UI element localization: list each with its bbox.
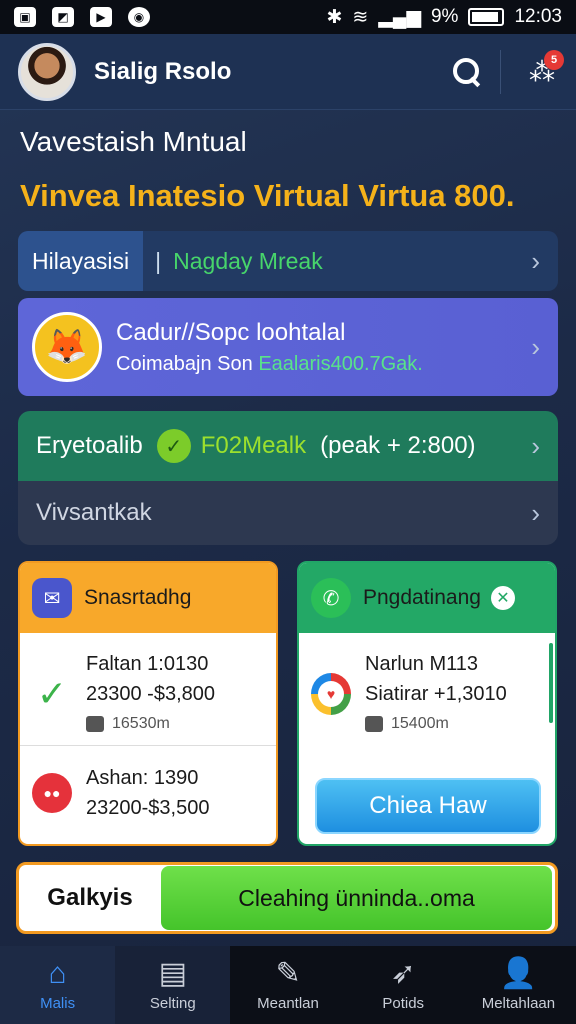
list-item-sub: 16530m: [86, 709, 215, 739]
close-icon[interactable]: ✕: [490, 586, 515, 610]
phone-icon: ✆: [311, 578, 351, 618]
scrollbar[interactable]: [549, 643, 553, 723]
status-row-detail: (peak + 2:800): [320, 432, 476, 459]
action-label: Galkyis: [47, 884, 133, 911]
character-avatar: 🦊: [32, 312, 102, 382]
nav-item-settings[interactable]: ▤ Selting: [115, 946, 231, 1024]
primary-action-button[interactable]: Cleahing ünninda..oma: [161, 866, 552, 930]
list-item-line1: Ashan: 1390: [86, 767, 199, 789]
chat-icon: ✉: [32, 578, 72, 618]
featured-sub-prefix: Coimabajn Son: [116, 352, 253, 375]
featured-title: Cadur//Sopc loohtalal: [116, 318, 346, 346]
list-item[interactable]: ♥ Narlun M113 Siatirar +1,3010 15400m: [311, 649, 507, 739]
notification-icon[interactable]: ⁂ 5: [526, 49, 564, 88]
list-item[interactable]: ✓ Faltan 1:0130 23300 -$3,800 16530m: [32, 649, 215, 739]
status-icons-right: ✱ ≋ ▂▄▆ 9% 12:03: [326, 6, 562, 29]
nav-label: Meantlan: [257, 994, 319, 1012]
header-actions: ⁂ 5: [452, 49, 564, 88]
featured-sub-highlight: Eaalaris400.7Gak.: [258, 352, 423, 375]
card-right[interactable]: ✆ Pngdatinang ✕ ♥ Narlun M113 Siatirar +…: [297, 561, 557, 846]
battery-icon: [468, 8, 505, 26]
list-item-sub: 15400m: [365, 709, 507, 739]
list-item-lines: Faltan 1:0130 23300 -$3,800 16530m: [86, 649, 215, 739]
document-icon: ▤: [158, 956, 187, 990]
list-item-line2: 23300 -$3,800: [86, 683, 216, 705]
row-separator: |: [155, 247, 162, 274]
battery-percent: 9%: [430, 6, 459, 27]
row-highlight[interactable]: Hilayasisi | Nagday Mreak ›: [18, 231, 558, 291]
nav-label: Selting: [149, 994, 196, 1012]
wifi-icon: ≋: [352, 6, 369, 28]
card-left[interactable]: ✉ Snasrtadhg ✓ Faltan 1:0130 23300 -$3,8…: [18, 561, 278, 846]
nfc-icon: ✱: [326, 6, 343, 28]
list-item-line2: 23200-$3,500: [86, 797, 210, 819]
status-row[interactable]: Eryetoalib ✓ F02Mealk (peak + 2:800) ›: [18, 411, 558, 481]
featured-texts: Cadur//Sopc loohtalal Coimabajn Son Eaal…: [116, 319, 423, 376]
nav-label: Meltahlaan: [481, 994, 556, 1012]
alert-icon: ●●: [32, 763, 72, 823]
chevron-right-icon: ›: [531, 331, 540, 362]
create-button[interactable]: Chiea Haw: [315, 778, 541, 834]
notification-badge: 5: [544, 49, 564, 70]
rocket-icon: ➶: [390, 956, 416, 990]
nav-label: Malis: [40, 994, 76, 1012]
chevron-right-icon: ›: [531, 245, 540, 276]
chevron-right-icon: ›: [531, 430, 540, 461]
avatar[interactable]: [18, 42, 76, 101]
secondary-row[interactable]: Vivsantkak ›: [18, 481, 558, 545]
list-item-lines: Narlun M113 Siatirar +1,3010 15400m: [365, 649, 507, 739]
list-item-lines: Ashan: 1390 23200-$3,500: [86, 763, 209, 823]
featured-subtitle: Coimabajn Son Eaalaris400.7Gak.: [116, 353, 423, 376]
card-left-header: ✉ Snasrtadhg: [20, 563, 276, 633]
search-icon[interactable]: [452, 57, 482, 87]
check-icon: ✓: [156, 429, 191, 463]
image-icon: ▣: [14, 7, 36, 27]
box-icon: [86, 716, 104, 732]
secondary-row-label: Vivsantkak: [36, 499, 152, 526]
action-bar: Galkyis Cleahing ünninda..oma: [16, 862, 558, 934]
row-pill: Hilayasisi: [18, 231, 144, 291]
header-divider: [500, 50, 501, 94]
nav-item-edit[interactable]: ✎ Meantlan: [230, 946, 345, 1024]
home-icon: ⌂: [48, 956, 67, 990]
location-icon: ◉: [128, 7, 150, 27]
nav-item-home[interactable]: ⌂ Malis: [0, 946, 116, 1024]
card-right-title: Pngdatinang: [363, 586, 481, 609]
chevron-right-icon: ›: [531, 497, 540, 528]
list-item[interactable]: ●● Ashan: 1390 23200-$3,500: [32, 763, 209, 823]
page-title: Vavestaish Mntual: [20, 126, 247, 157]
video-icon: ▶: [90, 7, 112, 27]
card-divider: [20, 745, 276, 746]
username: Sialig Rsolo: [94, 57, 232, 85]
page-subtitle: Vinvea Inatesio Virtual Virtua 800.: [20, 178, 515, 213]
status-icons-left: ▣ ◩ ▶ ◉: [14, 7, 150, 27]
edit-icon: ✎: [275, 956, 301, 990]
card-left-title: Snasrtadhg: [84, 586, 192, 609]
list-item-line1: Narlun M113: [365, 653, 479, 675]
signal-icon: ▂▄▆: [378, 6, 421, 28]
row-highlight-text: Nagday Mreak: [173, 247, 323, 274]
nav-label: Potids: [382, 994, 425, 1012]
check-icon: ✓: [36, 673, 68, 714]
status-row-highlight: F02Mealk: [200, 432, 307, 459]
list-item-line2: Siatirar +1,3010: [365, 683, 507, 705]
nav-item-profile[interactable]: 👤 Meltahlaan: [461, 946, 576, 1024]
profile-icon: 👤: [499, 956, 538, 990]
status-bar: ▣ ◩ ▶ ◉ ✱ ≋ ▂▄▆ 9% 12:03: [0, 0, 576, 34]
box-icon: [365, 716, 383, 732]
list-item-line1: Faltan 1:0130: [86, 653, 209, 675]
status-row-label: Eryetoalib: [36, 432, 143, 459]
bottom-nav: ⌂ Malis ▤ Selting ✎ Meantlan ➶ Potids 👤 …: [0, 946, 576, 1024]
featured-row[interactable]: 🦊 Cadur//Sopc loohtalal Coimabajn Son Ea…: [18, 298, 558, 396]
app-header: Sialig Rsolo ⁂ 5: [0, 34, 576, 110]
list-item-sub-text: 15400m: [391, 715, 449, 732]
maps-icon: ♥: [311, 649, 351, 739]
status-time: 12:03: [514, 6, 562, 27]
card-right-header: ✆ Pngdatinang ✕: [299, 563, 555, 633]
list-item-sub-text: 16530m: [112, 715, 170, 732]
nav-item-posts[interactable]: ➶ Potids: [346, 946, 461, 1024]
photo-icon: ◩: [52, 7, 74, 27]
